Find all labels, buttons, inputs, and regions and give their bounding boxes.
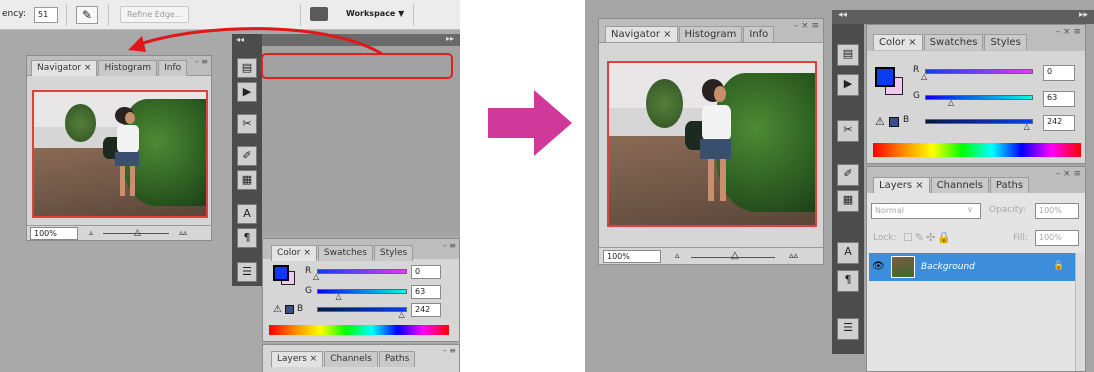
fill-label: Fill:: [1013, 233, 1029, 243]
b-slider-handle[interactable]: △: [1024, 122, 1030, 131]
notes-icon[interactable]: ☰: [837, 318, 859, 340]
zoom-in-icon[interactable]: ▵▵: [789, 251, 798, 261]
move-arrow-head: [128, 36, 146, 52]
right-arrow-icon: [488, 90, 572, 156]
opacity-field[interactable]: 100%: [1035, 203, 1079, 219]
zoom-level-field[interactable]: 100%: [603, 250, 661, 263]
paragraph-icon[interactable]: ¶: [837, 270, 859, 292]
tab-histogram[interactable]: Histogram: [678, 26, 743, 42]
tab-layers[interactable]: Layers ×: [873, 177, 930, 193]
zoom-slider-handle[interactable]: △: [731, 250, 739, 261]
move-arrow: [139, 27, 383, 56]
annotation-overlay: [128, 27, 453, 79]
layers-panel: Layers × Channels Paths – × ≡ Normal ∨ Opa…: [866, 166, 1086, 372]
navigator-tabbar: Navigator × Histogram Info – × ≡: [599, 19, 823, 43]
navigator-zoom-bar: 100% ▵ △ ▵▵: [599, 247, 823, 264]
r-slider-handle[interactable]: △: [921, 72, 927, 81]
tab-styles[interactable]: Styles: [984, 34, 1027, 50]
tab-swatches[interactable]: Swatches: [923, 34, 984, 50]
gamut-warning-icon[interactable]: ⚠: [875, 115, 885, 128]
g-value-field[interactable]: 63: [1043, 91, 1075, 107]
tab-paths[interactable]: Paths: [989, 177, 1030, 193]
opacity-label: Opacity:: [989, 205, 1026, 215]
zoom-out-icon[interactable]: ▵: [675, 251, 680, 261]
lock-icon: 🔒: [1053, 261, 1065, 271]
panel-menu-icon[interactable]: – × ≡: [1056, 169, 1081, 179]
character-icon[interactable]: A: [837, 242, 859, 264]
tab-color[interactable]: Color ×: [873, 34, 923, 50]
layer-row-background[interactable]: 👁 Background 🔒: [869, 253, 1075, 281]
panel-menu-icon[interactable]: – × ≡: [794, 21, 819, 31]
g-slider-handle[interactable]: △: [948, 98, 954, 107]
clone-source-icon[interactable]: ▦: [837, 190, 859, 212]
r-slider[interactable]: [925, 69, 1033, 74]
layer-thumbnail: [891, 256, 915, 278]
b-slider[interactable]: [925, 119, 1033, 124]
gamut-swatch[interactable]: [889, 117, 899, 127]
color-panel: Color × Swatches Styles – × ≡ R 0 G 63 ⚠ B…: [866, 24, 1086, 164]
b-value-field[interactable]: 242: [1043, 115, 1075, 131]
color-tabbar: Color × Swatches Styles – × ≡: [867, 25, 1085, 51]
transition-arrow: [488, 90, 572, 156]
panel-menu-icon[interactable]: – × ≡: [1056, 27, 1081, 37]
actions-icon[interactable]: ▶: [837, 74, 859, 96]
expand-icon[interactable]: ▸▸: [1079, 10, 1088, 20]
highlight-box: [261, 53, 453, 79]
lock-label: Lock:: [873, 233, 897, 243]
after-screenshot: Navigator × Histogram Info – × ≡ 100% ▵ △ …: [585, 0, 1094, 372]
g-label: G: [913, 91, 920, 101]
color-spectrum-ramp[interactable]: [873, 143, 1081, 157]
foreground-color-swatch[interactable]: [875, 67, 895, 87]
layers-tabbar: Layers × Channels Paths – × ≡: [867, 167, 1085, 193]
b-label: B: [903, 115, 910, 125]
tab-info[interactable]: Info: [743, 26, 775, 42]
dock-collapse-icon[interactable]: ◂◂: [838, 10, 847, 20]
fill-field[interactable]: 100%: [1035, 230, 1079, 246]
blend-mode-select[interactable]: Normal: [871, 203, 981, 219]
tools-preset-icon[interactable]: ✂: [837, 120, 859, 142]
tab-channels[interactable]: Channels: [930, 177, 989, 193]
navigator-preview-image[interactable]: [607, 61, 817, 227]
icon-dock: ▤ ▶ ✂ ✐ ▦ A ¶ ☰: [832, 24, 864, 354]
navigator-panel: Navigator × Histogram Info – × ≡ 100% ▵ △ …: [598, 18, 824, 265]
tab-navigator[interactable]: Navigator ×: [605, 26, 678, 42]
layers-scrollbar[interactable]: [1075, 253, 1085, 371]
r-label: R: [913, 65, 920, 75]
panel-column-header: ◂◂ ▸▸: [832, 10, 1094, 24]
r-value-field[interactable]: 0: [1043, 65, 1075, 81]
g-slider[interactable]: [925, 95, 1033, 100]
layer-name[interactable]: Background: [921, 262, 975, 272]
history-icon[interactable]: ▤: [837, 44, 859, 66]
lock-icons[interactable]: ☐✎✣🔒: [903, 231, 953, 244]
brushes-icon[interactable]: ✐: [837, 164, 859, 186]
chevron-down-icon[interactable]: ∨: [967, 205, 973, 214]
eye-visibility-icon[interactable]: 👁: [872, 261, 885, 272]
